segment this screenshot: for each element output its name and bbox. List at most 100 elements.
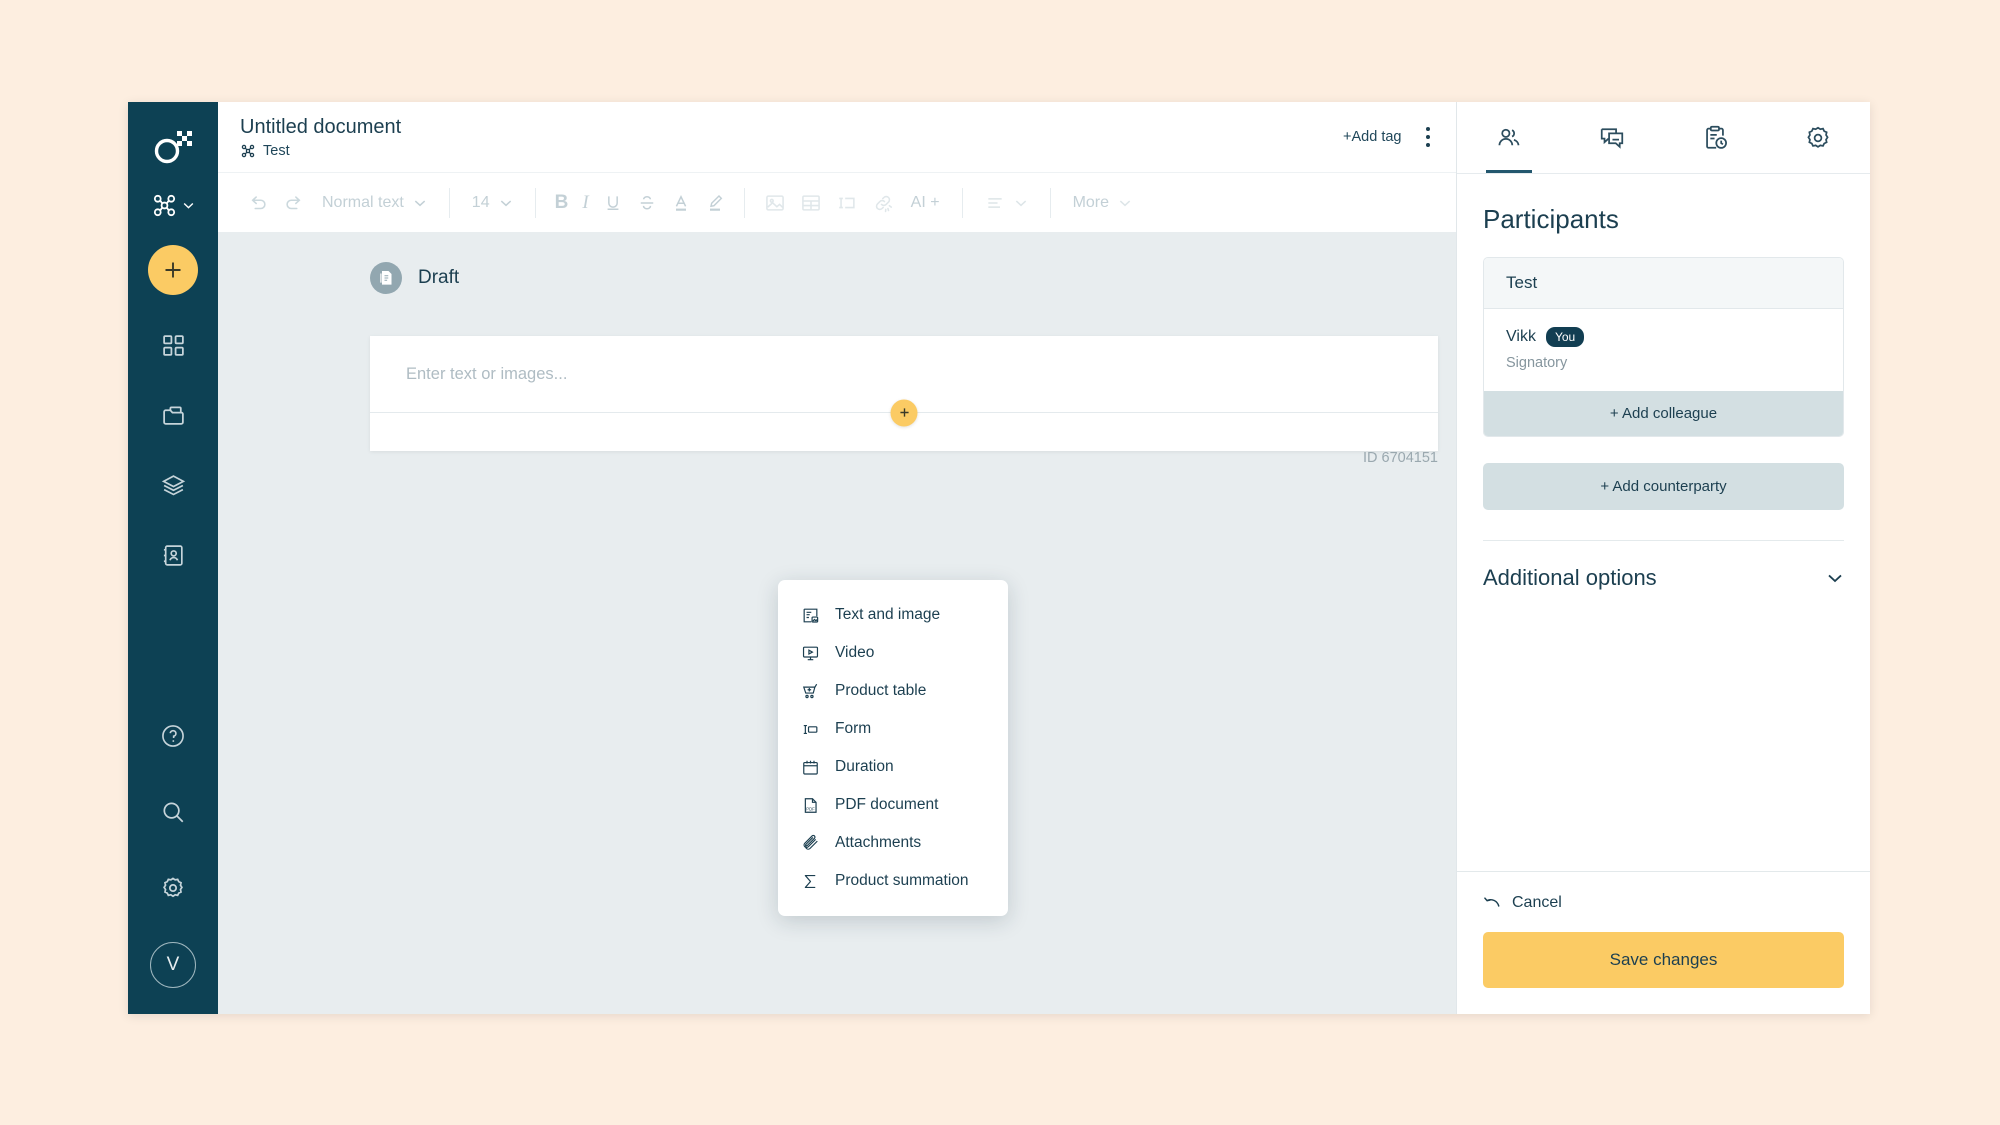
party-card: Test Vikk You Signatory + Add colleague [1483, 257, 1844, 437]
undo-arrow-icon [1483, 895, 1501, 911]
chevron-down-icon [413, 196, 427, 210]
tab-participants[interactable] [1457, 102, 1560, 173]
more-label: More [1072, 193, 1110, 211]
menu-item-pdf-document[interactable]: PDF PDF document [778, 786, 1008, 824]
app-window: V Untitled document Test +Add tag Normal… [128, 102, 1870, 1014]
add-colleague-button[interactable]: + Add colleague [1484, 391, 1843, 436]
workspace-breadcrumb[interactable]: Test [240, 143, 401, 159]
italic-label: I [582, 191, 589, 213]
menu-item-form[interactable]: Form [778, 710, 1008, 748]
menu-item-label: Duration [835, 758, 894, 775]
editor-toolbar: Normal text 14 B I AI + More [218, 172, 1456, 232]
add-tag-button[interactable]: +Add tag [1343, 129, 1401, 145]
menu-item-label: PDF document [835, 796, 939, 813]
document-canvas: Draft Enter text or images... ID 6704151… [218, 232, 1456, 1014]
redo-icon[interactable] [276, 186, 312, 220]
avatar-initial: V [166, 954, 180, 975]
cancel-button[interactable]: Cancel [1483, 894, 1844, 912]
party-name: Test [1484, 258, 1843, 309]
status-badge: Draft [418, 267, 460, 288]
cancel-label: Cancel [1512, 894, 1562, 911]
menu-item-label: Product summation [835, 872, 969, 889]
main-area: Untitled document Test +Add tag Normal t… [218, 102, 1456, 1014]
divider [961, 187, 963, 218]
save-changes-button[interactable]: Save changes [1483, 932, 1844, 988]
menu-item-label: Text and image [835, 606, 941, 623]
more-vertical-icon[interactable] [1422, 123, 1435, 152]
unlink-icon[interactable] [865, 186, 901, 220]
strikethrough-button[interactable] [630, 186, 664, 220]
undo-icon[interactable] [240, 186, 276, 220]
participant-row[interactable]: Vikk You Signatory [1484, 309, 1843, 391]
align-dropdown[interactable] [975, 193, 1038, 213]
font-size-dropdown[interactable]: 14 [462, 194, 523, 212]
search-icon [160, 799, 186, 825]
sidebar-item-contacts[interactable] [151, 535, 195, 575]
divider [1049, 187, 1051, 218]
divider [448, 187, 450, 218]
editor-card: Enter text or images... [370, 336, 1438, 451]
text-style-dropdown[interactable]: Normal text [312, 194, 437, 212]
table-icon[interactable] [793, 186, 829, 220]
oneflow-logo-icon[interactable] [151, 116, 195, 178]
panel-body: Participants Test Vikk You Signatory + A… [1457, 174, 1870, 871]
divider [743, 187, 745, 218]
sidebar-item-search[interactable] [151, 792, 195, 832]
tab-comments[interactable] [1560, 102, 1663, 173]
folder-archive-icon [161, 403, 186, 428]
create-new-button[interactable] [148, 245, 198, 295]
text-color-button[interactable] [664, 186, 698, 220]
workspace-switcher[interactable] [151, 192, 195, 219]
sigma-sum-icon [800, 871, 820, 891]
chevron-down-icon [1014, 196, 1028, 210]
gear-icon [160, 875, 186, 901]
menu-item-duration[interactable]: Duration [778, 748, 1008, 786]
form-field-icon [800, 719, 820, 739]
sidebar-item-dashboard[interactable] [151, 325, 195, 365]
menu-item-attachments[interactable]: Attachments [778, 824, 1008, 862]
page-title: Untitled document [240, 115, 402, 138]
add-counterparty-button[interactable]: + Add counterparty [1483, 463, 1844, 510]
insert-block-button[interactable] [890, 399, 918, 426]
bold-label: B [554, 191, 569, 213]
menu-item-video[interactable]: Video [778, 634, 1008, 672]
sidebar-item-templates[interactable] [151, 465, 195, 505]
menu-item-text-and-image[interactable]: Text and image [778, 596, 1008, 634]
additional-options-toggle[interactable]: Additional options [1483, 541, 1844, 591]
avatar[interactable]: V [150, 942, 196, 988]
workspace-nodes-icon [240, 143, 256, 159]
chevron-down-icon [499, 196, 513, 210]
right-panel: Participants Test Vikk You Signatory + A… [1456, 102, 1870, 1014]
calendar-icon [800, 757, 820, 777]
highlighter-icon[interactable] [698, 186, 732, 220]
text-field-icon[interactable] [829, 186, 865, 220]
font-size-value: 14 [471, 193, 490, 211]
svg-text:PDF: PDF [806, 806, 815, 811]
menu-item-label: Attachments [835, 834, 922, 851]
document-status: Draft [218, 232, 1456, 294]
image-icon[interactable] [757, 186, 793, 220]
gear-icon [1804, 124, 1832, 152]
italic-button[interactable]: I [575, 186, 595, 220]
paperclip-icon [800, 833, 820, 853]
menu-item-label: Video [835, 644, 875, 661]
ai-button[interactable]: AI + [901, 194, 950, 212]
menu-item-label: Form [835, 720, 872, 737]
sidebar-item-archive[interactable] [151, 395, 195, 435]
sidebar-item-help[interactable] [151, 716, 195, 756]
ai-label: AI + [910, 193, 940, 211]
menu-item-product-summation[interactable]: Product summation [778, 862, 1008, 900]
text-style-value: Normal text [322, 193, 404, 211]
tab-audit-trail[interactable] [1664, 102, 1767, 173]
panel-title: Participants [1483, 204, 1619, 234]
underline-button[interactable] [596, 186, 630, 220]
bold-button[interactable]: B [548, 186, 576, 220]
editor-placeholder: Enter text or images... [406, 364, 568, 383]
more-dropdown[interactable]: More [1063, 194, 1142, 212]
video-icon [800, 643, 820, 663]
tab-settings[interactable] [1767, 102, 1870, 173]
participant-name: Vikk [1506, 328, 1536, 345]
menu-item-product-table[interactable]: Product table [778, 672, 1008, 710]
menu-item-label: Product table [835, 682, 927, 699]
sidebar-item-settings[interactable] [151, 868, 195, 908]
